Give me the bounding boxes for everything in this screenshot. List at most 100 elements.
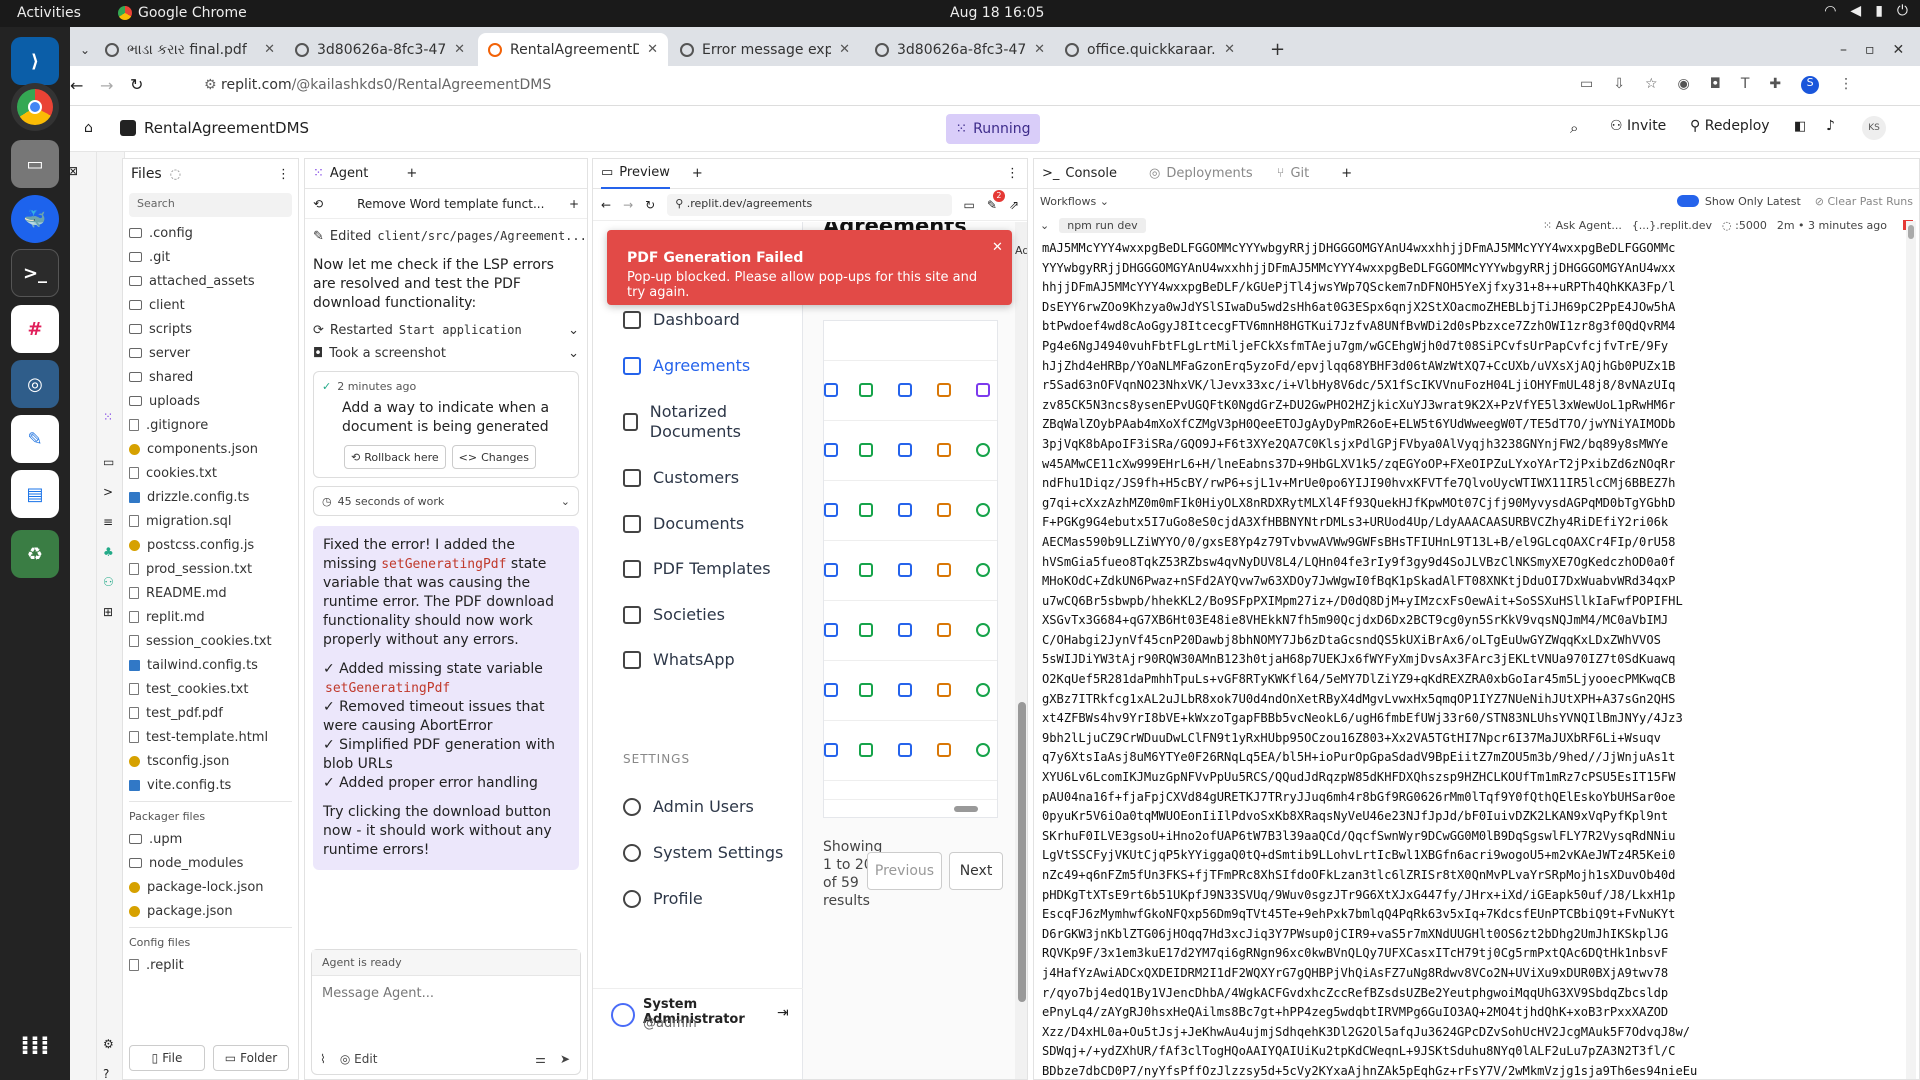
settings-icon[interactable]: ⚌ xyxy=(535,1052,546,1066)
download-icon[interactable] xyxy=(859,563,873,577)
file-item[interactable]: .replit xyxy=(123,953,298,977)
document-icon[interactable] xyxy=(898,743,912,757)
window-controls[interactable]: – ▫ ✕ xyxy=(1830,33,1920,66)
system-tray[interactable]: ◠ ◀ ▮ ⏻ xyxy=(1824,3,1908,19)
forward-icon[interactable]: → xyxy=(623,198,633,212)
new-tab-button[interactable]: + xyxy=(1260,33,1290,66)
deployments-tab[interactable]: ◎ Deployments xyxy=(1149,166,1253,181)
pane-menu-icon[interactable]: ⋮ xyxy=(1006,166,1019,181)
view-icon[interactable] xyxy=(824,563,838,577)
agent-tab[interactable]: ⁙ Agent xyxy=(313,166,368,181)
menu-icon[interactable]: ⋮ xyxy=(1839,76,1853,94)
folder-item[interactable]: server xyxy=(123,341,298,365)
document-icon[interactable] xyxy=(898,563,912,577)
home-icon[interactable]: ⌂ xyxy=(84,120,93,136)
next-button[interactable]: Next xyxy=(949,852,1003,890)
history-icon[interactable]: ⟲ xyxy=(313,197,323,211)
edit-icon[interactable] xyxy=(937,383,951,397)
edit-mode-button[interactable]: ◎ Edit xyxy=(340,1052,378,1066)
file-item[interactable]: replit.md xyxy=(123,605,298,629)
folder-item[interactable]: .upm xyxy=(123,827,298,851)
view-icon[interactable] xyxy=(824,623,838,637)
extension-icon[interactable]: ◉ xyxy=(1678,76,1690,94)
bell-icon[interactable]: ♪ xyxy=(1826,118,1835,134)
bookmark-icon[interactable]: ☆ xyxy=(1645,76,1658,94)
send-icon[interactable]: ➤ xyxy=(560,1052,570,1066)
integrations-icon[interactable]: ⚙ xyxy=(103,1037,114,1051)
back-icon[interactable]: ← xyxy=(70,76,83,95)
nav-item[interactable]: Societies xyxy=(623,605,783,625)
search-icon[interactable]: ⌕ xyxy=(1570,119,1578,137)
text-editor-icon[interactable]: ✎ xyxy=(11,415,59,463)
document-icon[interactable] xyxy=(898,443,912,457)
back-icon[interactable]: ← xyxy=(601,198,611,212)
preview-icon[interactable]: ▭ xyxy=(103,455,114,469)
install-icon[interactable]: ⇩ xyxy=(1613,76,1625,94)
browser-tab[interactable]: 3d80626a-8fc3-47b8-907 ✕ xyxy=(285,33,475,66)
close-tab-icon[interactable]: ✕ xyxy=(454,42,465,57)
previous-button[interactable]: Previous xyxy=(867,852,942,890)
folder-item[interactable]: node_modules xyxy=(123,851,298,875)
browser-tab[interactable]: RentalAgreementDMS - ✕ xyxy=(478,33,668,66)
docker-icon[interactable]: 🐳 xyxy=(11,195,59,243)
view-icon[interactable] xyxy=(824,503,838,517)
logout-icon[interactable]: ⇥ xyxy=(777,1005,789,1021)
new-file-button[interactable]: ▯ File xyxy=(129,1045,205,1071)
close-tab-icon[interactable]: ✕ xyxy=(839,42,850,57)
new-folder-button[interactable]: ▭ Folder xyxy=(213,1045,289,1071)
file-item[interactable]: test_cookies.txt xyxy=(123,677,298,701)
reload-icon[interactable]: ↻ xyxy=(130,75,143,94)
file-item[interactable]: session_cookies.txt xyxy=(123,629,298,653)
download-icon[interactable] xyxy=(859,383,873,397)
refresh-icon[interactable] xyxy=(976,503,990,517)
forward-icon[interactable]: → xyxy=(100,76,113,95)
document-icon[interactable] xyxy=(898,683,912,697)
workflows-dropdown[interactable]: Workflows ⌄ xyxy=(1040,195,1109,208)
file-item[interactable]: .gitignore xyxy=(123,413,298,437)
close-tab-icon[interactable]: ✕ xyxy=(647,42,658,57)
nav-item[interactable]: Documents xyxy=(623,514,783,534)
grid-icon[interactable]: ⊞ xyxy=(103,605,113,619)
browser-tab[interactable]: ભાડા કરાર final.pdf ✕ xyxy=(95,33,285,66)
close-tab-icon[interactable]: ✕ xyxy=(1034,42,1045,57)
message-input[interactable]: Message Agent... xyxy=(312,976,580,1011)
app-icon[interactable]: ◎ xyxy=(11,360,59,408)
copy-icon[interactable] xyxy=(976,383,990,397)
project-name[interactable]: RentalAgreementDMS xyxy=(144,119,309,137)
clock[interactable]: Aug 18 16:05 xyxy=(950,5,1044,21)
camera-icon[interactable]: ◘ xyxy=(1710,76,1721,94)
file-item[interactable]: vite.config.ts xyxy=(123,773,298,797)
browser-tab[interactable]: office.quickkaraar.com/p ✕ xyxy=(1055,33,1245,66)
vscode-icon[interactable]: ⟩ xyxy=(11,37,59,85)
add-tab-icon[interactable]: + xyxy=(1341,166,1352,181)
view-icon[interactable] xyxy=(824,743,838,757)
changes-button[interactable]: <> Changes xyxy=(451,445,536,469)
browser-tab[interactable]: 3d80626a-8fc3-47b8-907 ✕ xyxy=(865,33,1055,66)
refresh-icon[interactable] xyxy=(976,563,990,577)
vertical-scrollbar[interactable] xyxy=(1015,222,1027,1079)
close-tab-icon[interactable]: ✕ xyxy=(1224,42,1235,57)
download-icon[interactable] xyxy=(859,443,873,457)
new-chat-icon[interactable]: + xyxy=(569,197,579,211)
cast-icon[interactable]: ▭ xyxy=(1580,76,1593,94)
browser-tab[interactable]: Error message explanati ✕ xyxy=(670,33,860,66)
folder-item[interactable]: .git xyxy=(123,245,298,269)
add-tab-icon[interactable]: + xyxy=(692,166,703,181)
maximize-icon[interactable]: ▫ xyxy=(1865,42,1875,58)
ask-agent-button[interactable]: ⁙ Ask Agent... xyxy=(1543,219,1622,232)
file-item[interactable]: cookies.txt xyxy=(123,461,298,485)
view-icon[interactable] xyxy=(824,683,838,697)
file-item[interactable]: drizzle.config.ts xyxy=(123,485,298,509)
file-item[interactable]: components.json xyxy=(123,437,298,461)
close-tab-icon[interactable]: ✕ xyxy=(264,42,275,57)
console-tab[interactable]: >_ Console xyxy=(1042,166,1117,181)
download-icon[interactable] xyxy=(859,743,873,757)
nav-item[interactable]: Agreements xyxy=(623,356,783,376)
puzzle-icon[interactable]: ✚ xyxy=(1769,76,1781,94)
document-icon[interactable] xyxy=(898,623,912,637)
document-icon[interactable] xyxy=(898,503,912,517)
agent-icon[interactable]: ⁙ xyxy=(103,410,113,424)
chat-title[interactable]: Remove Word template funct... xyxy=(357,197,544,211)
database-icon[interactable]: ≡ xyxy=(103,515,113,529)
settings-nav-item[interactable]: System Settings xyxy=(623,843,783,862)
